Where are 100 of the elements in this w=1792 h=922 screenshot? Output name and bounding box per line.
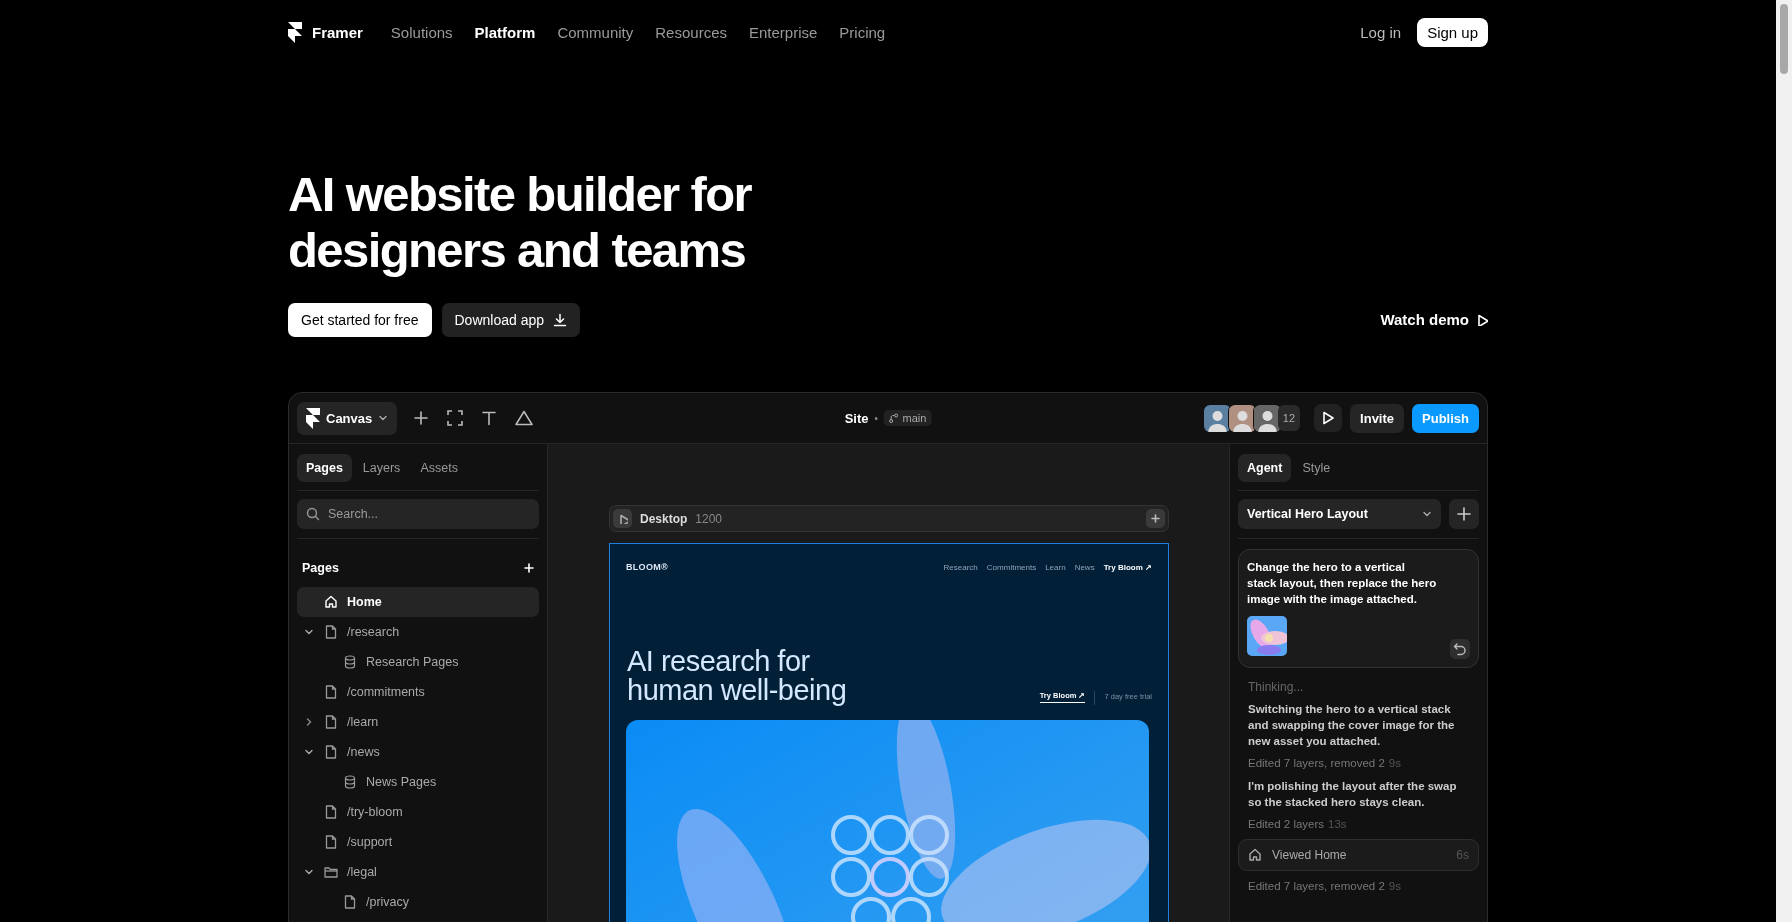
add-breakpoint-button[interactable]: [1146, 509, 1165, 528]
edit-summary: Edited 7 layers, removed 2: [1248, 757, 1385, 769]
scrollbar[interactable]: [1776, 0, 1792, 922]
chevron-down-icon: [378, 413, 389, 423]
nav-link[interactable]: Solutions: [390, 19, 453, 45]
text-tool-icon: [481, 410, 498, 426]
search-field[interactable]: Search...: [297, 499, 539, 529]
invite-button[interactable]: Invite: [1350, 403, 1405, 433]
plus-icon: [1150, 513, 1161, 524]
new-chat-button[interactable]: [1449, 499, 1479, 529]
activity-item[interactable]: Viewed Home 6s: [1238, 839, 1479, 871]
nav-link[interactable]: Resources: [655, 19, 727, 45]
hero-headline: AI website builder for designers and teams: [288, 166, 753, 278]
page-item[interactable]: /learn: [297, 707, 539, 737]
scrollbar-thumb[interactable]: [1780, 4, 1788, 74]
collaborator-count: 12: [1277, 405, 1301, 431]
search-icon: [306, 507, 320, 521]
edit-summary: Edited 7 layers, removed 2: [1248, 880, 1385, 892]
avatar: [1252, 403, 1282, 433]
framer-logo-icon: [288, 21, 302, 43]
page-item[interactable]: /research: [297, 617, 539, 647]
preview-headline: AI research for human well-being: [627, 647, 848, 705]
preview-nav-link[interactable]: Research: [943, 562, 978, 572]
plus-icon: [1456, 506, 1472, 522]
nav-link[interactable]: Community: [557, 19, 634, 45]
chevron-down-icon: [1422, 509, 1432, 519]
brand-name: Framer: [312, 23, 363, 41]
watch-demo-link[interactable]: Watch demo: [1380, 311, 1488, 328]
chat-dropdown[interactable]: Vertical Hero Layout: [1238, 499, 1441, 529]
nav-link[interactable]: Enterprise: [749, 19, 818, 45]
preview-nav-link[interactable]: Learn: [1045, 562, 1066, 572]
panel-tab[interactable]: Pages: [297, 454, 352, 482]
page-item[interactable]: Research Pages: [297, 647, 539, 677]
play-icon: [1476, 313, 1488, 326]
elapsed-time: 13s: [1328, 818, 1347, 830]
framer-logo-icon: [306, 407, 320, 429]
download-icon: [553, 312, 567, 327]
play-icon: [1321, 411, 1336, 425]
chevron-right-icon[interactable]: [304, 717, 314, 727]
elapsed-time: 9s: [1388, 757, 1401, 769]
add-page-icon[interactable]: [523, 562, 535, 574]
avatar: [1202, 403, 1232, 433]
agent-message: I'm polishing the layout after the swap so the stacked hero stays clean.: [1248, 779, 1458, 810]
page-icon: [325, 715, 337, 729]
get-started-button[interactable]: Get started for free: [288, 302, 432, 337]
panel-tab[interactable]: Layers: [353, 454, 410, 482]
signup-button[interactable]: Sign up: [1417, 17, 1488, 47]
separator-dot: [874, 416, 878, 420]
database-icon: [344, 775, 356, 789]
page-item[interactable]: /privacy: [297, 887, 539, 917]
panel-tab[interactable]: Assets: [411, 454, 467, 482]
preview-nav-link[interactable]: News: [1074, 562, 1095, 572]
folder-icon: [324, 866, 338, 878]
undo-button[interactable]: [1450, 639, 1470, 659]
page-icon: [344, 895, 356, 909]
page-item[interactable]: /legal: [297, 857, 539, 887]
home-icon: [1248, 848, 1262, 862]
frame-icon: [447, 410, 464, 426]
elapsed-time: 9s: [1388, 880, 1401, 892]
agent-message: Switching the hero to a vertical stack and swapping the cover image for the new asset you attached.: [1248, 702, 1456, 749]
status-text: Thinking...: [1248, 680, 1305, 694]
edit-summary: Edited 2 layers: [1248, 818, 1325, 830]
database-icon: [344, 655, 356, 669]
canvas-menu-button[interactable]: Canvas: [297, 401, 398, 435]
preview-button[interactable]: [1314, 404, 1343, 432]
page-item[interactable]: /try-bloom: [297, 797, 539, 827]
page-item[interactable]: /support: [297, 827, 539, 857]
site-name: Site: [844, 410, 869, 426]
chevron-down-icon[interactable]: [304, 627, 314, 637]
preview-cta-link[interactable]: Try Bloom ↗: [1103, 562, 1152, 572]
panel-tab[interactable]: Style: [1293, 454, 1340, 482]
page-icon: [325, 625, 337, 639]
page-icon: [325, 685, 337, 699]
nav-link[interactable]: Platform: [474, 19, 536, 45]
add-icon: [413, 410, 430, 426]
prompt-text: Change the hero to a vertical stack layout, then replace the hero image with the image attached.: [1247, 560, 1437, 607]
preview-button[interactable]: [613, 509, 632, 528]
page-item[interactable]: Home: [297, 587, 539, 617]
branch-icon: [888, 413, 899, 423]
page-item[interactable]: /news: [297, 737, 539, 767]
avatar: [1227, 403, 1257, 433]
chevron-down-icon[interactable]: [304, 867, 314, 877]
breakpoint-width: 1200: [695, 511, 723, 526]
chevron-down-icon[interactable]: [304, 747, 314, 757]
undo-icon: [1453, 642, 1467, 656]
page-item[interactable]: /commitments: [297, 677, 539, 707]
panel-tab[interactable]: Agent: [1238, 454, 1292, 482]
branch-badge[interactable]: main: [883, 410, 932, 426]
download-button[interactable]: Download app: [441, 302, 580, 337]
page-icon: [325, 805, 337, 819]
page-icon: [325, 835, 337, 849]
home-icon: [324, 595, 338, 609]
section-heading: Pages: [302, 561, 339, 575]
breakpoint-label: Desktop: [640, 511, 688, 526]
play-icon: [617, 513, 628, 524]
page-item[interactable]: News Pages: [297, 767, 539, 797]
login-link[interactable]: Log in: [1360, 19, 1402, 45]
preview-nav-link[interactable]: Commitments: [986, 562, 1037, 572]
nav-link[interactable]: Pricing: [839, 19, 886, 45]
page-icon: [325, 745, 337, 759]
